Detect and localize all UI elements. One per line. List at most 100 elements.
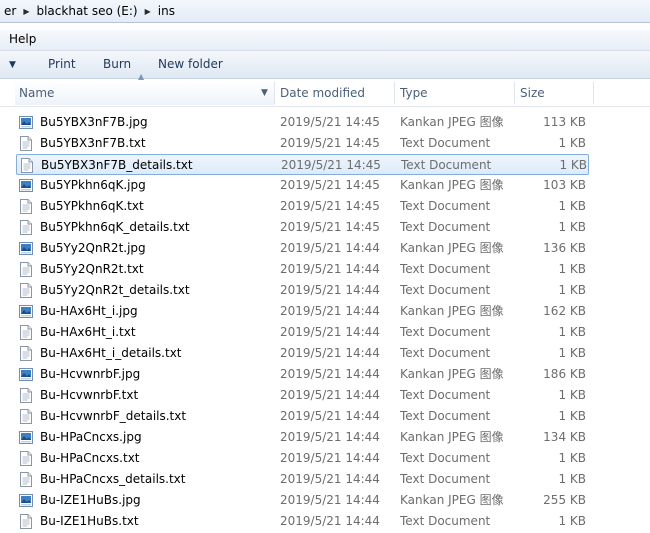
file-row[interactable]: Bu-HPaCncxs.txt 2019/5/21 14:44 Text Docum…: [16, 448, 589, 469]
file-size: 103 KB: [543, 178, 586, 192]
column-divider[interactable]: [514, 82, 515, 104]
text-file-icon: [20, 346, 32, 361]
column-header-date-modified[interactable]: Date modified: [280, 80, 365, 106]
column-header-type[interactable]: Type: [400, 80, 428, 106]
file-row[interactable]: Bu5YBX3nF7B.txt 2019/5/21 14:45 Text Docum…: [16, 133, 589, 154]
file-row[interactable]: Bu5YPkhn6qK.txt 2019/5/21 14:45 Text Docum…: [16, 196, 589, 217]
column-divider[interactable]: [274, 82, 275, 104]
file-row[interactable]: Bu5YBX3nF7B.jpg 2019/5/21 14:45 Kankan JPE…: [16, 112, 589, 133]
file-size: 1 KB: [558, 388, 586, 402]
file-name: Bu5YPkhn6qK.jpg: [40, 178, 146, 192]
breadcrumb-item-parent[interactable]: er: [0, 4, 20, 18]
file-type: Kankan JPEG 图像: [400, 493, 504, 507]
print-button[interactable]: Print: [48, 57, 76, 71]
file-date-modified: 2019/5/21 14:44: [280, 262, 380, 276]
column-filter-dropdown-icon[interactable]: ▼: [261, 80, 268, 106]
file-name: Bu5YBX3nF7B_details.txt: [41, 158, 193, 172]
address-bar[interactable]: er ▶ blackhat seo (E:) ▶ ins: [0, 0, 650, 23]
file-size: 1 KB: [558, 136, 586, 150]
file-row[interactable]: Bu5YPkhn6qK_details.txt 2019/5/21 14:45 Te…: [16, 217, 589, 238]
file-date-modified: 2019/5/21 14:44: [280, 472, 380, 486]
text-file-icon: [20, 220, 32, 235]
file-row[interactable]: Bu-HPaCncxs.jpg 2019/5/21 14:44 Kankan JPE…: [16, 427, 589, 448]
file-size: 1 KB: [558, 283, 586, 297]
file-row[interactable]: Bu-HAx6Ht_i.jpg 2019/5/21 14:44 Kankan JPE…: [16, 301, 589, 322]
breadcrumb-chevron-icon[interactable]: ▶: [20, 7, 32, 16]
file-size: 1 KB: [558, 409, 586, 423]
file-date-modified: 2019/5/21 14:44: [280, 514, 380, 528]
file-date-modified: 2019/5/21 14:45: [280, 136, 380, 150]
breadcrumb-item-drive[interactable]: blackhat seo (E:): [32, 4, 141, 18]
file-type: Kankan JPEG 图像: [400, 178, 504, 192]
file-type: Text Document: [400, 346, 491, 360]
jpeg-file-icon: [19, 368, 33, 381]
text-file-icon: [20, 325, 32, 340]
file-row[interactable]: Bu5YBX3nF7B_details.txt 2019/5/21 14:45 Te…: [16, 154, 589, 175]
command-bar: ▼ Print Burn New folder: [0, 51, 650, 79]
file-type: Text Document: [400, 514, 491, 528]
jpeg-file-icon: [19, 242, 33, 255]
file-row[interactable]: Bu-HcvwnrbF.jpg 2019/5/21 14:44 Kankan JPE…: [16, 364, 589, 385]
file-row[interactable]: Bu5YPkhn6qK.jpg 2019/5/21 14:45 Kankan JPE…: [16, 175, 589, 196]
file-size: 1 KB: [558, 220, 586, 234]
file-row[interactable]: Bu-HcvwnrbF.txt 2019/5/21 14:44 Text Docum…: [16, 385, 589, 406]
file-date-modified: 2019/5/21 14:44: [280, 430, 380, 444]
jpeg-file-icon: [19, 431, 33, 444]
menu-help[interactable]: Help: [8, 32, 37, 46]
file-name: Bu-HAx6Ht_i.jpg: [40, 304, 138, 318]
file-type: Text Document: [400, 409, 491, 423]
file-size: 1 KB: [558, 451, 586, 465]
file-date-modified: 2019/5/21 14:45: [280, 178, 380, 192]
text-file-icon: [20, 136, 32, 151]
column-header-name[interactable]: Name: [19, 80, 54, 106]
file-type: Kankan JPEG 图像: [400, 304, 504, 318]
file-date-modified: 2019/5/21 14:44: [280, 283, 380, 297]
file-date-modified: 2019/5/21 14:45: [280, 199, 380, 213]
burn-button[interactable]: Burn: [103, 57, 131, 71]
file-date-modified: 2019/5/21 14:44: [280, 346, 380, 360]
file-type: Text Document: [400, 283, 491, 297]
file-row[interactable]: Bu-IZE1HuBs.txt 2019/5/21 14:44 Text Docum…: [16, 511, 589, 532]
file-type: Text Document: [400, 325, 491, 339]
file-row[interactable]: Bu-HAx6Ht_i.txt 2019/5/21 14:44 Text Docum…: [16, 322, 589, 343]
breadcrumb-chevron-icon[interactable]: ▶: [142, 7, 154, 16]
file-row[interactable]: Bu5Yy2QnR2t.jpg 2019/5/21 14:44 Kankan JPE…: [16, 238, 589, 259]
text-file-icon: [21, 158, 33, 173]
file-size: 186 KB: [543, 367, 586, 381]
file-row[interactable]: Bu-HAx6Ht_i_details.txt 2019/5/21 14:44 Te…: [16, 343, 589, 364]
file-row[interactable]: Bu-HPaCncxs_details.txt 2019/5/21 14:44 Te…: [16, 469, 589, 490]
file-date-modified: 2019/5/21 14:44: [280, 241, 380, 255]
file-type: Text Document: [400, 220, 491, 234]
file-name: Bu-HcvwnrbF_details.txt: [40, 409, 187, 423]
file-size: 1 KB: [559, 158, 587, 172]
breadcrumb-item-folder[interactable]: ins: [154, 4, 179, 18]
file-size: 162 KB: [543, 304, 586, 318]
new-folder-button[interactable]: New folder: [158, 57, 223, 71]
organize-dropdown-arrow-icon[interactable]: ▼: [9, 60, 16, 70]
column-headers: ▲ Name ▼ Date modified Type Size: [0, 72, 650, 107]
file-name: Bu-HPaCncxs.jpg: [40, 430, 142, 444]
file-row[interactable]: Bu5Yy2QnR2t.txt 2019/5/21 14:44 Text Docum…: [16, 259, 589, 280]
file-size: 1 KB: [558, 199, 586, 213]
sort-ascending-icon: ▲: [138, 72, 145, 81]
column-divider[interactable]: [593, 82, 594, 104]
column-divider[interactable]: [394, 82, 395, 104]
file-type: Kankan JPEG 图像: [400, 430, 504, 444]
text-file-icon: [20, 283, 32, 298]
file-row[interactable]: Bu-HcvwnrbF_details.txt 2019/5/21 14:44 Te…: [16, 406, 589, 427]
file-type: Kankan JPEG 图像: [400, 115, 504, 129]
file-date-modified: 2019/5/21 14:44: [280, 367, 380, 381]
text-file-icon: [20, 409, 32, 424]
jpeg-file-icon: [19, 494, 33, 507]
file-type: Text Document: [400, 136, 491, 150]
text-file-icon: [20, 199, 32, 214]
column-header-size[interactable]: Size: [520, 80, 545, 106]
file-size: 255 KB: [543, 493, 586, 507]
file-row[interactable]: Bu-IZE1HuBs.jpg 2019/5/21 14:44 Kankan JPE…: [16, 490, 589, 511]
text-file-icon: [20, 514, 32, 529]
file-type: Text Document: [400, 472, 491, 486]
text-file-icon: [20, 388, 32, 403]
file-name: Bu5YBX3nF7B.txt: [40, 136, 146, 150]
file-name: Bu5YBX3nF7B.jpg: [40, 115, 148, 129]
file-row[interactable]: Bu5Yy2QnR2t_details.txt 2019/5/21 14:44 Te…: [16, 280, 589, 301]
